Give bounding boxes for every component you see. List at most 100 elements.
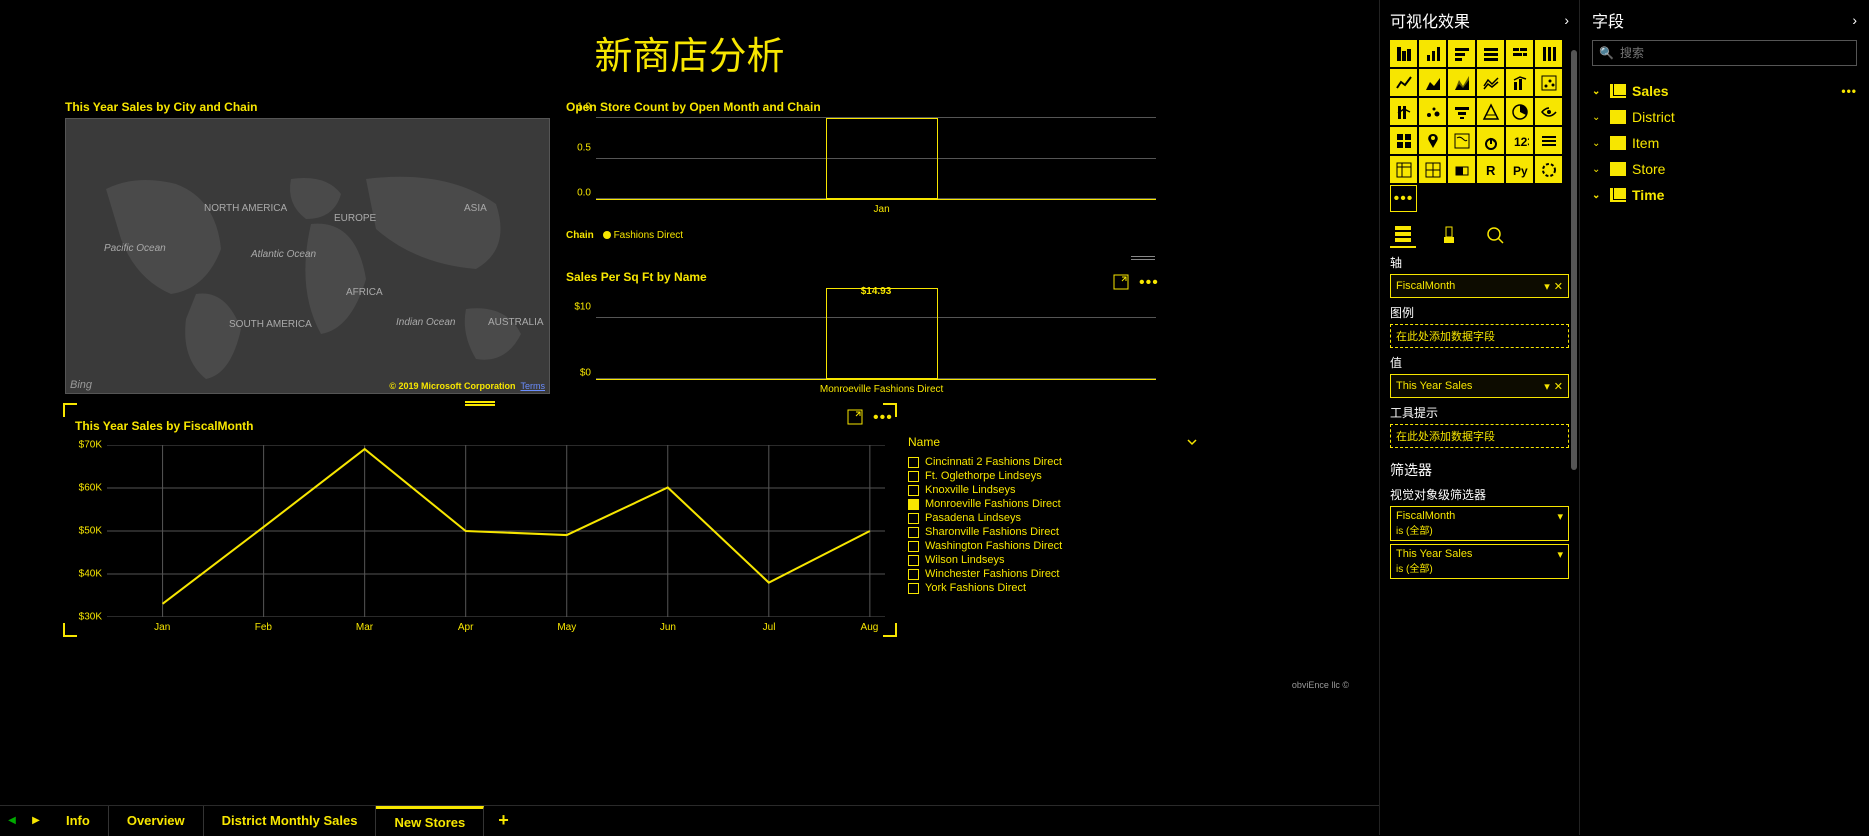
chevron-down-icon[interactable] xyxy=(1186,436,1198,448)
tab-new-stores[interactable]: New Stores xyxy=(376,806,484,836)
viz-type-icon[interactable] xyxy=(1448,156,1475,183)
table-time[interactable]: ⌄ Time xyxy=(1592,182,1857,208)
resize-handle-tl[interactable] xyxy=(63,403,77,417)
slicer-item[interactable]: Cincinnati 2 Fashions Direct xyxy=(908,455,1198,469)
fields-tab-icon[interactable] xyxy=(1390,222,1416,248)
table-store[interactable]: ⌄ Store xyxy=(1592,156,1857,182)
chevron-down-icon[interactable]: ⌄ xyxy=(1592,112,1604,123)
slicer-item[interactable]: Washington Fashions Direct xyxy=(908,539,1198,553)
viz-type-icon[interactable] xyxy=(1419,156,1446,183)
viz-type-icon[interactable] xyxy=(1506,69,1533,96)
chevron-down-icon[interactable]: ⌄ xyxy=(1592,138,1604,149)
tooltips-well[interactable]: 在此处添加数据字段 xyxy=(1390,424,1569,448)
viz-type-icon[interactable] xyxy=(1390,156,1417,183)
bar-chart-visual[interactable]: ••• Sales Per Sq Ft by Name $0 $10 $14.9… xyxy=(566,270,1161,398)
viz-type-icon[interactable] xyxy=(1448,127,1475,154)
filter-this-year-sales[interactable]: This Year Salesis (全部) ▾ xyxy=(1390,544,1569,579)
chevron-down-icon[interactable]: ⌄ xyxy=(1592,164,1604,175)
slicer-item[interactable]: Wilson Lindseys xyxy=(908,553,1198,567)
checkbox[interactable] xyxy=(908,499,919,510)
viz-type-icon[interactable] xyxy=(1390,127,1417,154)
filter-fiscalmonth[interactable]: FiscalMonthis (全部) ▾ xyxy=(1390,506,1569,541)
search-input[interactable] xyxy=(1620,46,1850,60)
resize-handle-bl[interactable] xyxy=(63,623,77,637)
chevron-down-icon[interactable]: ▾ xyxy=(1557,548,1563,575)
more-options-icon[interactable]: ••• xyxy=(1841,84,1857,98)
checkbox[interactable] xyxy=(908,583,919,594)
checkbox[interactable] xyxy=(908,485,919,496)
collapse-pane-icon[interactable]: › xyxy=(1852,12,1857,28)
checkbox[interactable] xyxy=(908,569,919,580)
viz-type-icon[interactable] xyxy=(1535,40,1562,67)
table-sales[interactable]: ⌄ Sales ••• xyxy=(1592,78,1857,104)
remove-field-icon[interactable]: ✕ xyxy=(1554,380,1563,393)
tab-overview[interactable]: Overview xyxy=(109,806,204,836)
line-chart-visual[interactable]: ••• This Year Sales by FiscalMonth $30K … xyxy=(65,405,895,635)
viz-type-icon[interactable]: R xyxy=(1477,156,1504,183)
format-tab-icon[interactable] xyxy=(1436,222,1462,248)
viz-type-icon[interactable] xyxy=(1477,69,1504,96)
checkbox[interactable] xyxy=(908,527,919,538)
table-item[interactable]: ⌄ Item xyxy=(1592,130,1857,156)
viz-type-icon[interactable] xyxy=(1477,127,1504,154)
viz-type-icon[interactable] xyxy=(1419,40,1446,67)
chevron-down-icon[interactable]: ▾ xyxy=(1544,280,1550,293)
table-district[interactable]: ⌄ District xyxy=(1592,104,1857,130)
viz-type-icon[interactable] xyxy=(1477,40,1504,67)
slicer-item[interactable]: Sharonville Fashions Direct xyxy=(908,525,1198,539)
slicer-item[interactable]: Ft. Oglethorpe Lindseys xyxy=(908,469,1198,483)
viz-type-icon[interactable] xyxy=(1535,127,1562,154)
bar-chart-bar[interactable] xyxy=(826,288,938,379)
collapse-pane-icon[interactable]: › xyxy=(1564,12,1569,28)
viz-type-icon[interactable] xyxy=(1535,69,1562,96)
checkbox[interactable] xyxy=(908,555,919,566)
chevron-down-icon[interactable]: ⌄ xyxy=(1592,86,1604,97)
map-visual[interactable]: This Year Sales by City and Chain NORTH … xyxy=(65,100,550,394)
checkbox[interactable] xyxy=(908,541,919,552)
viz-type-icon[interactable] xyxy=(1448,69,1475,96)
chevron-down-icon[interactable]: ▾ xyxy=(1557,510,1563,537)
viz-type-icon[interactable] xyxy=(1477,98,1504,125)
slicer-item[interactable]: Monroeville Fashions Direct xyxy=(908,497,1198,511)
viz-type-icon[interactable] xyxy=(1419,69,1446,96)
slicer-visual[interactable]: Name Cincinnati 2 Fashions DirectFt. Ogl… xyxy=(908,435,1198,595)
viz-type-icon[interactable] xyxy=(1390,98,1417,125)
remove-field-icon[interactable]: ✕ xyxy=(1554,280,1563,293)
more-options-icon[interactable]: ••• xyxy=(873,409,889,425)
viz-type-icon[interactable] xyxy=(1535,156,1562,183)
tab-district-monthly-sales[interactable]: District Monthly Sales xyxy=(204,806,377,836)
slicer-item[interactable]: Winchester Fashions Direct xyxy=(908,567,1198,581)
line-series[interactable] xyxy=(163,449,870,604)
viz-type-icon[interactable] xyxy=(1419,127,1446,154)
resize-handle-br[interactable] xyxy=(883,623,897,637)
focus-mode-icon[interactable] xyxy=(847,409,863,425)
viz-type-icon[interactable]: Py xyxy=(1506,156,1533,183)
scrollbar[interactable] xyxy=(1571,50,1577,825)
slicer-item[interactable]: Knoxville Lindseys xyxy=(908,483,1198,497)
viz-type-icon[interactable] xyxy=(1506,98,1533,125)
more-visuals-icon[interactable]: ••• xyxy=(1390,185,1417,212)
viz-type-icon[interactable]: 123 xyxy=(1506,127,1533,154)
chevron-down-icon[interactable]: ⌄ xyxy=(1592,190,1604,201)
viz-type-icon[interactable] xyxy=(1448,98,1475,125)
prev-page-icon[interactable]: ◀ xyxy=(0,815,24,826)
tab-info[interactable]: Info xyxy=(48,806,109,836)
column-bar[interactable] xyxy=(826,118,938,199)
value-well[interactable]: This Year Sales ▾✕ xyxy=(1390,374,1569,398)
add-page-button[interactable]: + xyxy=(484,810,523,831)
viz-type-icon[interactable] xyxy=(1535,98,1562,125)
drag-handle-icon[interactable] xyxy=(1131,256,1155,257)
checkbox[interactable] xyxy=(908,513,919,524)
viz-type-icon[interactable] xyxy=(1390,69,1417,96)
viz-type-icon[interactable] xyxy=(1419,98,1446,125)
terms-link[interactable]: Terms xyxy=(521,381,546,391)
fields-search[interactable]: 🔍 xyxy=(1592,40,1857,66)
viz-type-icon[interactable] xyxy=(1448,40,1475,67)
chevron-down-icon[interactable]: ▾ xyxy=(1544,380,1550,393)
legend-well[interactable]: 在此处添加数据字段 xyxy=(1390,324,1569,348)
slicer-item[interactable]: York Fashions Direct xyxy=(908,581,1198,595)
column-chart-visual[interactable]: Open Store Count by Open Month and Chain… xyxy=(566,100,1161,241)
checkbox[interactable] xyxy=(908,471,919,482)
viz-type-icon[interactable] xyxy=(1390,40,1417,67)
slicer-item[interactable]: Pasadena Lindseys xyxy=(908,511,1198,525)
